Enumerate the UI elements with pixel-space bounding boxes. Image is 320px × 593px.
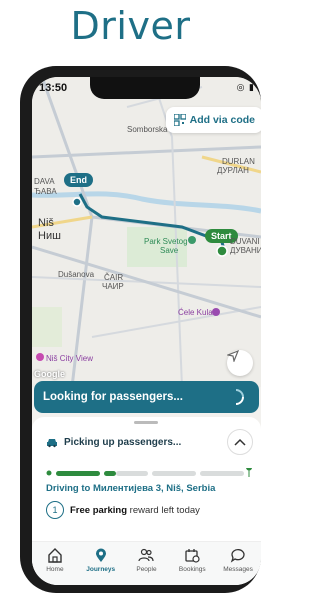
status-icons: ◎ ▮ [237,82,255,93]
app-screen: 13:50 ◎ ▮ Add via code Somborska DURLAN [32,77,261,585]
map-label-duvani: DUVANI [230,237,260,246]
banner-text: Looking for passengers... [43,391,183,403]
progress-segment [200,471,244,476]
map-label-cele-kula: Ćele Kula [178,308,213,317]
map-label-somborska: Somborska [127,125,168,134]
navigation-arrow-icon [227,350,239,362]
google-logo: Google [34,369,65,379]
qr-code-icon [173,114,186,126]
map-label-dava-cyr: ЂАВА [34,187,57,196]
sheet-drag-handle[interactable] [134,421,158,424]
map-view[interactable]: 13:50 ◎ ▮ Add via code Somborska DURLAN [32,77,261,387]
progress-track [46,464,253,477]
progress-segment [152,471,196,476]
map-label-cair-cyr: ЧАИР [102,282,124,291]
battery-icon: ▮ [249,82,255,92]
chevron-up-icon [234,438,246,446]
end-pin-label[interactable]: End [64,173,93,187]
map-label-durlan: DURLAN [222,157,255,166]
tab-messages[interactable]: Messages [215,542,261,585]
tab-people-label: People [136,566,157,573]
calendar-icon [185,549,200,563]
chat-icon [230,549,245,563]
tab-journeys[interactable]: Journeys [78,542,124,585]
tab-bookings-label: Bookings [178,566,206,573]
journey-status-text: Picking up passengers... [64,437,182,448]
map-label-dusanova: Dušanova [58,270,95,279]
parking-text: Free parking reward left today [70,505,200,516]
status-time: 13:50 [39,82,68,94]
journey-bottom-sheet: Picking up passengers... Driving to Миле… [32,417,261,585]
car-icon [47,438,57,447]
map-label-park: Park Svetog [144,237,188,246]
free-parking-reward: 1 Free parking reward left today [46,501,200,519]
wifi-icon: ◎ [236,82,246,92]
tab-messages-label: Messages [223,566,253,573]
add-via-code-button[interactable]: Add via code [165,107,261,133]
phone-frame: 13:50 ◎ ▮ Add via code Somborska DURLAN [20,66,261,593]
journey-progress-bar [46,464,253,477]
home-icon [48,548,62,563]
tab-home-label: Home [46,566,64,573]
people-icon [138,548,155,562]
progress-segment [116,471,148,476]
parking-count: 1 [46,501,64,519]
destination-pin-icon [246,464,253,477]
tab-journeys-label: Journeys [86,566,116,573]
map-label-durlan-cyr: ДУРЛАН [217,166,249,175]
map-label-cair: ČAIR [104,273,124,282]
map-label-dava: DAVA [34,177,55,186]
parking-bold: Free parking [70,504,128,516]
map-label-nis: Niš [38,217,54,229]
tab-home[interactable]: Home [32,542,78,585]
parking-rest: reward left today [129,504,200,516]
location-pin-icon [95,548,106,562]
progress-segment [56,471,100,476]
locate-me-button[interactable] [227,350,253,376]
map-label-duvani-cyr: ДУВАНИ [230,246,261,255]
progress-segment [104,471,116,476]
progress-start-dot [46,470,52,476]
destination-text: Driving to Милентијева 3, Niš, Serbia [46,483,216,494]
loading-spinner-icon [235,389,244,405]
bottom-tab-bar: Home Journeys People Bookings Messages [32,541,261,585]
page-headline: Driver [70,4,191,48]
add-via-code-label: Add via code [189,114,255,126]
tab-people[interactable]: People [124,542,170,585]
map-label-nis-city-view: Niš City View [46,354,93,363]
map-label-nis-cyr: Ниш [38,230,61,242]
collapse-sheet-button[interactable] [227,429,253,455]
journey-status: Picking up passengers... [46,437,181,448]
tab-bookings[interactable]: Bookings [169,542,215,585]
looking-for-passengers-banner: Looking for passengers... [34,381,259,413]
device-notch [90,77,200,99]
map-label-park2: Save [160,246,179,255]
